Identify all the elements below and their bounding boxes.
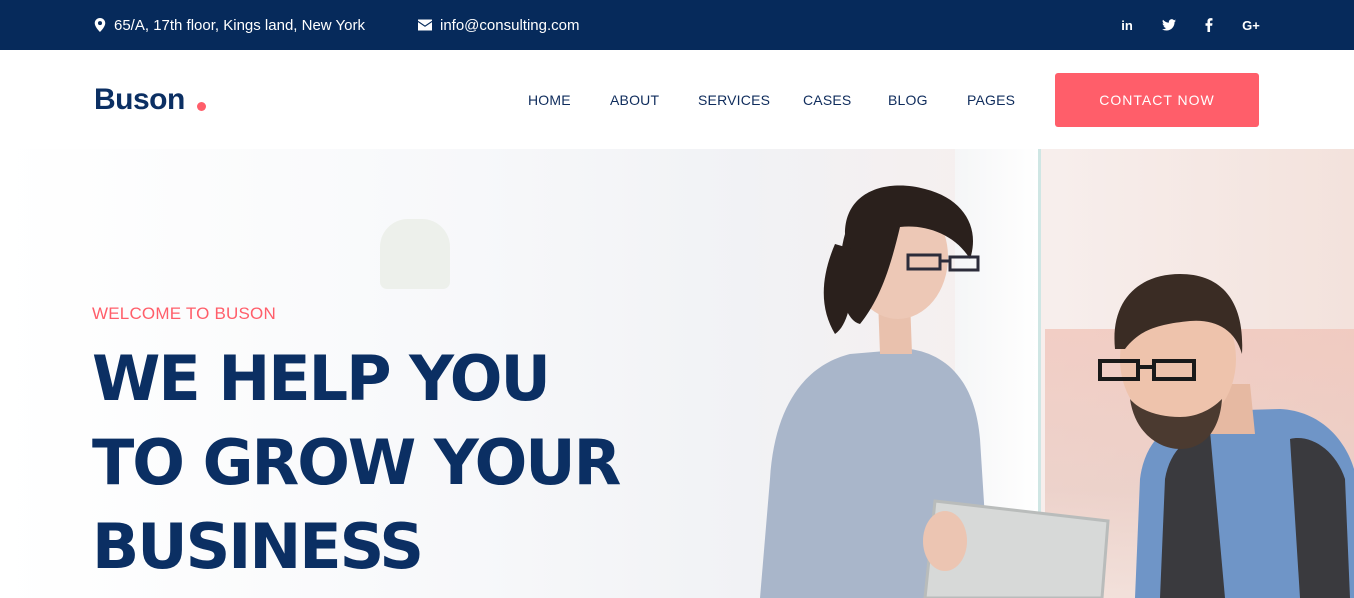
nav-home[interactable]: HOME (528, 92, 571, 108)
address-text: 65/A, 17th floor, Kings land, New York (114, 16, 365, 34)
linkedin-icon[interactable]: in (1117, 16, 1137, 34)
email-info[interactable]: info@consulting.com (418, 16, 579, 34)
top-bar: 65/A, 17th floor, Kings land, New York i… (0, 0, 1354, 50)
logo-dot (197, 102, 206, 111)
hero-headline: WE HELP YOU TO GROW YOUR BUSINESS (92, 337, 732, 589)
nav-blog[interactable]: BLOG (888, 92, 928, 108)
headline-line: TO GROW YOUR (92, 426, 621, 499)
headline-line: WE HELP YOU (92, 342, 551, 415)
site-logo[interactable]: Buson (94, 83, 185, 117)
hero-section: WELCOME TO BUSON WE HELP YOU TO GROW YOU… (0, 149, 1354, 598)
headline-line: BUSINESS (92, 510, 424, 583)
background-plant (380, 219, 450, 289)
envelope-icon (418, 19, 432, 31)
location-pin-icon (94, 18, 106, 32)
address-info: 65/A, 17th floor, Kings land, New York (94, 16, 365, 34)
hero-people-image (760, 185, 1354, 598)
nav-cases[interactable]: CASES (803, 92, 851, 108)
nav-pages[interactable]: PAGES (967, 92, 1015, 108)
email-text[interactable]: info@consulting.com (440, 17, 579, 34)
main-header: Buson HOME ABOUT SERVICES CASES BLOG PAG… (0, 50, 1354, 149)
nav-about[interactable]: ABOUT (610, 92, 659, 108)
facebook-icon[interactable] (1199, 16, 1219, 34)
hero-eyebrow: WELCOME TO BUSON (92, 304, 276, 323)
contact-now-button[interactable]: CONTACT NOW (1055, 73, 1259, 127)
twitter-icon[interactable] (1159, 16, 1179, 34)
nav-services[interactable]: SERVICES (698, 92, 770, 108)
google-plus-icon[interactable]: G+ (1240, 16, 1262, 34)
